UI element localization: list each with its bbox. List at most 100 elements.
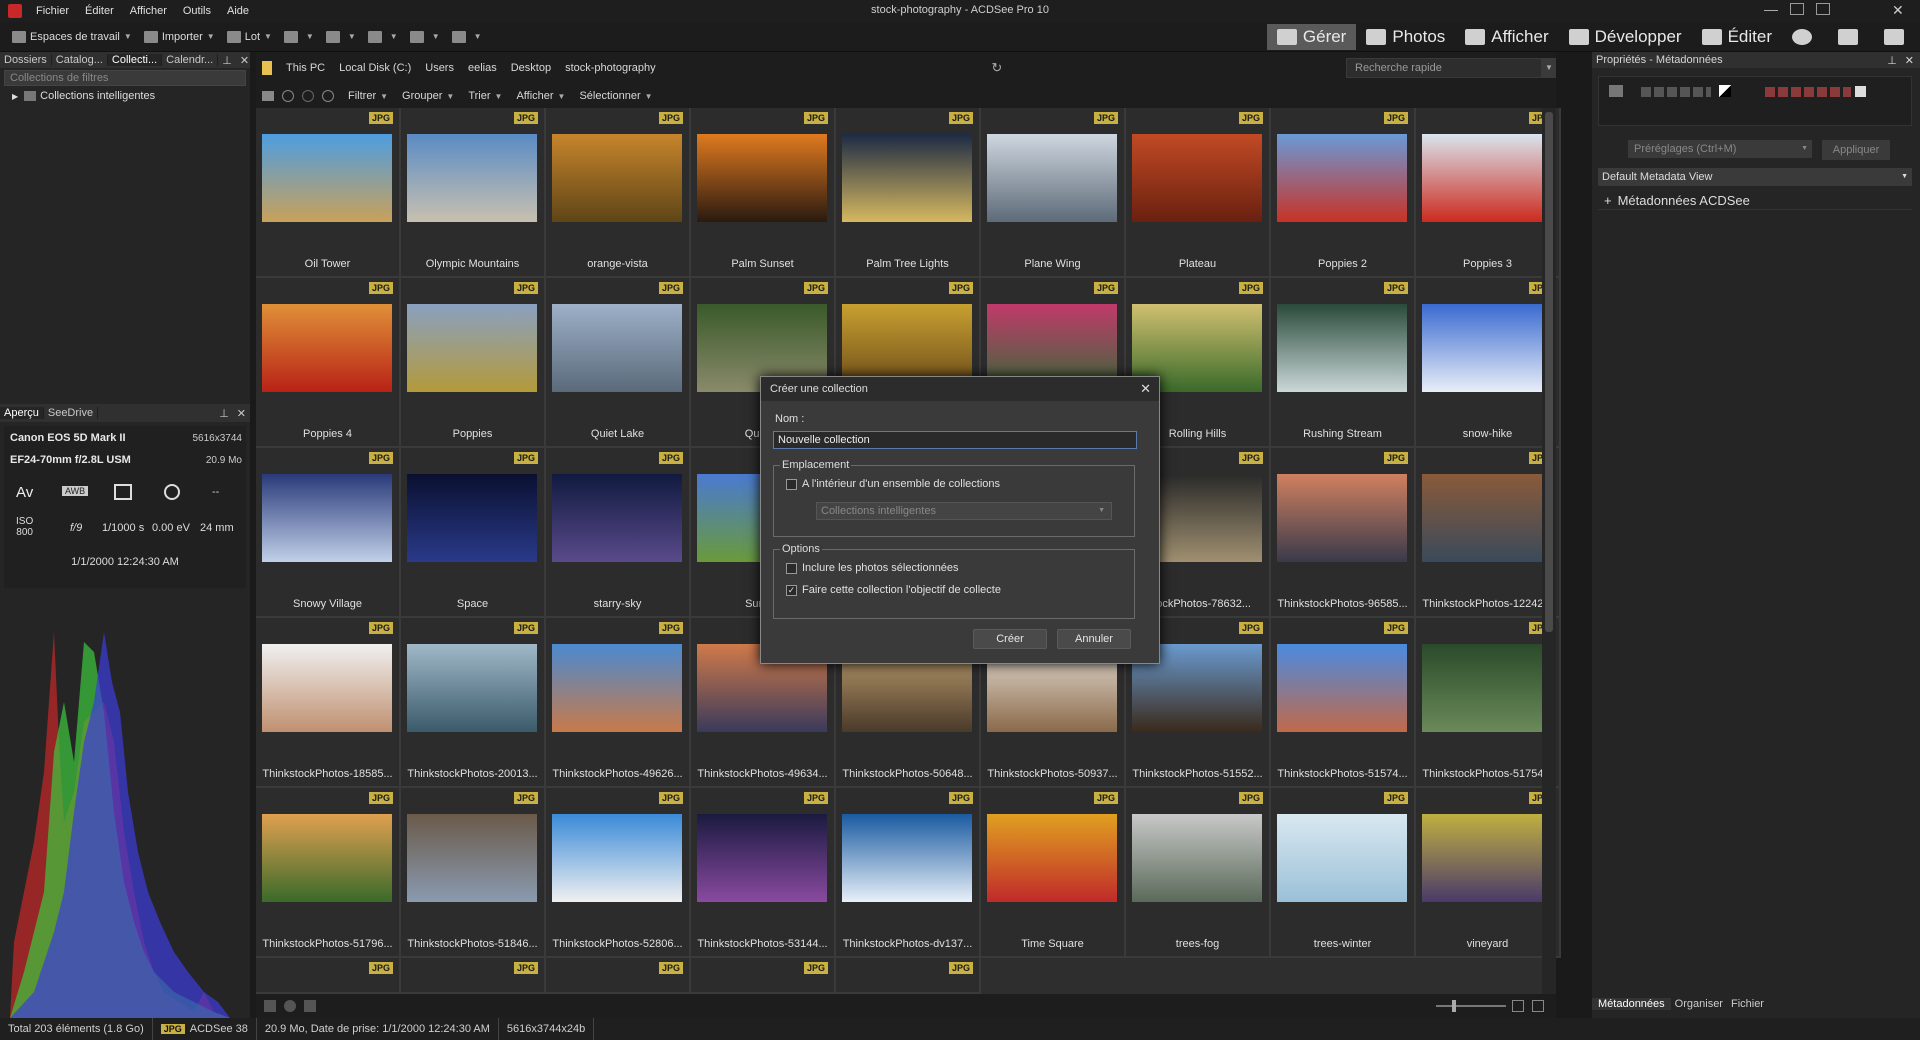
checkbox-empty[interactable] [786, 562, 797, 574]
thumbnail-item[interactable]: JPG Palm Sunset [691, 108, 836, 278]
crumb-users[interactable]: Users [425, 62, 454, 74]
thumbnail-item[interactable]: JPG orange-vista [546, 108, 691, 278]
thumbnail-image[interactable] [407, 644, 537, 732]
thumbnail-image[interactable] [842, 814, 972, 902]
thumbnail-item[interactable]: JPG Rushing Stream [1271, 278, 1416, 448]
rotate-right-icon[interactable] [284, 1000, 296, 1012]
zoom-slider-handle[interactable] [1452, 1000, 1456, 1012]
tray-icon[interactable] [304, 1000, 316, 1012]
menu-editer[interactable]: Éditer [85, 5, 114, 17]
batch-button[interactable]: Lot ▼ [226, 30, 272, 43]
thumbnail-image[interactable] [407, 134, 537, 222]
expand-plus-icon[interactable]: + [1604, 193, 1612, 208]
thumbnail-item[interactable]: JPG ThinkstockPhotos-18585... [256, 618, 401, 788]
tagged-checkbox-icon[interactable] [1609, 85, 1623, 97]
mode-network[interactable] [1874, 24, 1920, 50]
thumbnail-item[interactable]: JPG ThinkstockPhotos-12242... [1416, 448, 1561, 618]
tab-apercu[interactable]: Aperçu [0, 407, 44, 419]
back-icon[interactable] [282, 90, 294, 102]
thumbnail-image[interactable] [697, 814, 827, 902]
crumb-eelias[interactable]: eelias [468, 62, 497, 74]
thumbnail-item[interactable]: JPG Space [401, 448, 546, 618]
view-menu[interactable]: Afficher ▼ [516, 90, 565, 102]
thumbnail-image[interactable] [552, 814, 682, 902]
include-selected-photos-checkbox[interactable]: Inclure les photos sélectionnées [786, 562, 959, 574]
zoom-slider[interactable] [1436, 1005, 1506, 1007]
preview-pin-icon[interactable]: ⊥ [215, 407, 233, 420]
rating-stars[interactable] [1641, 87, 1711, 97]
workspaces-button[interactable]: Espaces de travail ▼ [12, 30, 132, 43]
metadata-view-select[interactable]: Default Metadata View ▼ [1598, 168, 1912, 186]
thumbnail-item[interactable]: JPG Time Square [981, 788, 1126, 958]
thumbnail-item[interactable]: JPG [401, 958, 546, 994]
thumbnail-item[interactable]: JPG Poppies [401, 278, 546, 448]
thumbnail-item[interactable]: JPG ThinkstockPhotos-53144... [691, 788, 836, 958]
collect-target-checkbox[interactable]: ✓ Faire cette collection l'objectif de co… [786, 584, 1001, 596]
auto-label-icon[interactable] [1719, 85, 1731, 97]
thumbnail-image[interactable] [262, 644, 392, 732]
import-button[interactable]: Importer ▼ [143, 30, 215, 43]
thumbnail-item[interactable]: JPG ThinkstockPhotos-96585... [1271, 448, 1416, 618]
properties-pin-icon[interactable]: ⊥ [1887, 54, 1897, 67]
create-button[interactable]: Créer [973, 629, 1047, 649]
rotate-left-icon[interactable] [264, 1000, 276, 1012]
thumbnail-image[interactable] [552, 474, 682, 562]
thumbnail-item[interactable]: JPG ThinkstockPhotos-49626... [546, 618, 691, 788]
dialog-close-icon[interactable]: ✕ [1140, 377, 1151, 401]
forward-icon[interactable] [302, 90, 314, 102]
up-icon[interactable] [322, 90, 334, 102]
close-window-icon[interactable]: ✕ [1892, 2, 1904, 19]
thumbnail-item[interactable]: JPG [256, 958, 401, 994]
close-panel-icon[interactable]: ✕ [236, 54, 253, 67]
select-menu[interactable]: Sélectionner ▼ [579, 90, 652, 102]
acdsee-app-icon[interactable] [8, 4, 22, 18]
thumbnail-image[interactable] [1277, 644, 1407, 732]
thumbnail-item[interactable]: JPG vineyard [1416, 788, 1561, 958]
tab-seedrive[interactable]: SeeDrive [44, 407, 99, 419]
thumbnail-image[interactable] [262, 134, 392, 222]
view-mode-icon[interactable] [1512, 1000, 1524, 1012]
thumbnail-item[interactable]: JPG Olympic Mountains [401, 108, 546, 278]
mode-developper[interactable]: Développer [1559, 24, 1692, 50]
thumbnail-item[interactable]: JPG Plane Wing [981, 108, 1126, 278]
thumbnail-image[interactable] [1422, 814, 1552, 902]
thumbnail-image[interactable] [407, 304, 537, 392]
thumbnail-item[interactable]: JPG [691, 958, 836, 994]
menu-afficher[interactable]: Afficher [130, 5, 167, 17]
collection-name-input[interactable]: Nouvelle collection [773, 431, 1137, 449]
thumbnail-item[interactable]: JPG Poppies 2 [1271, 108, 1416, 278]
thumbnail-item[interactable]: JPG [836, 958, 981, 994]
thumbnail-item[interactable]: JPG ThinkstockPhotos-51846... [401, 788, 546, 958]
thumbnail-image[interactable] [1422, 304, 1552, 392]
tab-collections[interactable]: Collecti... [107, 54, 163, 66]
presets-select[interactable]: Préréglages (Ctrl+M) ▼ [1628, 140, 1812, 158]
details-view-icon[interactable] [1532, 1000, 1544, 1012]
thumbnail-item[interactable]: JPG Plateau [1126, 108, 1271, 278]
properties-close-icon[interactable]: ✕ [1905, 54, 1914, 67]
checkmark-icon[interactable]: ✓ [786, 584, 797, 596]
checkbox-empty[interactable] [786, 478, 797, 490]
home-icon[interactable] [262, 91, 274, 101]
quick-search-input[interactable]: Recherche rapide [1346, 58, 1542, 78]
thumbnail-image[interactable] [1422, 474, 1552, 562]
group-menu[interactable]: Grouper ▼ [402, 90, 454, 102]
collections-filter-input[interactable]: Collections de filtres [4, 70, 246, 86]
thumbnail-image[interactable] [262, 304, 392, 392]
crumb-local-disk[interactable]: Local Disk (C:) [339, 62, 411, 74]
cancel-button[interactable]: Annuler [1057, 629, 1131, 649]
thumbnail-image[interactable] [1277, 474, 1407, 562]
vertical-scrollbar[interactable] [1542, 108, 1556, 994]
sort-menu[interactable]: Trier ▼ [468, 90, 502, 102]
thumbnail-image[interactable] [1277, 134, 1407, 222]
upload-button[interactable]: ▼ [367, 30, 398, 43]
tab-metadonnees[interactable]: Métadonnées [1592, 998, 1671, 1010]
thumbnail-image[interactable] [987, 134, 1117, 222]
mode-editer[interactable]: Éditer [1692, 24, 1782, 50]
thumbnail-item[interactable]: JPG ThinkstockPhotos-20013... [401, 618, 546, 788]
duplicate-button[interactable]: ▼ [325, 30, 356, 43]
crumb-this-pc[interactable]: This PC [286, 62, 325, 74]
thumbnail-image[interactable] [842, 134, 972, 222]
tab-catalog[interactable]: Catalog... [52, 54, 108, 66]
refresh-icon[interactable]: ↻ [991, 60, 1002, 76]
search-dropdown-icon[interactable]: ▼ [1542, 58, 1556, 78]
